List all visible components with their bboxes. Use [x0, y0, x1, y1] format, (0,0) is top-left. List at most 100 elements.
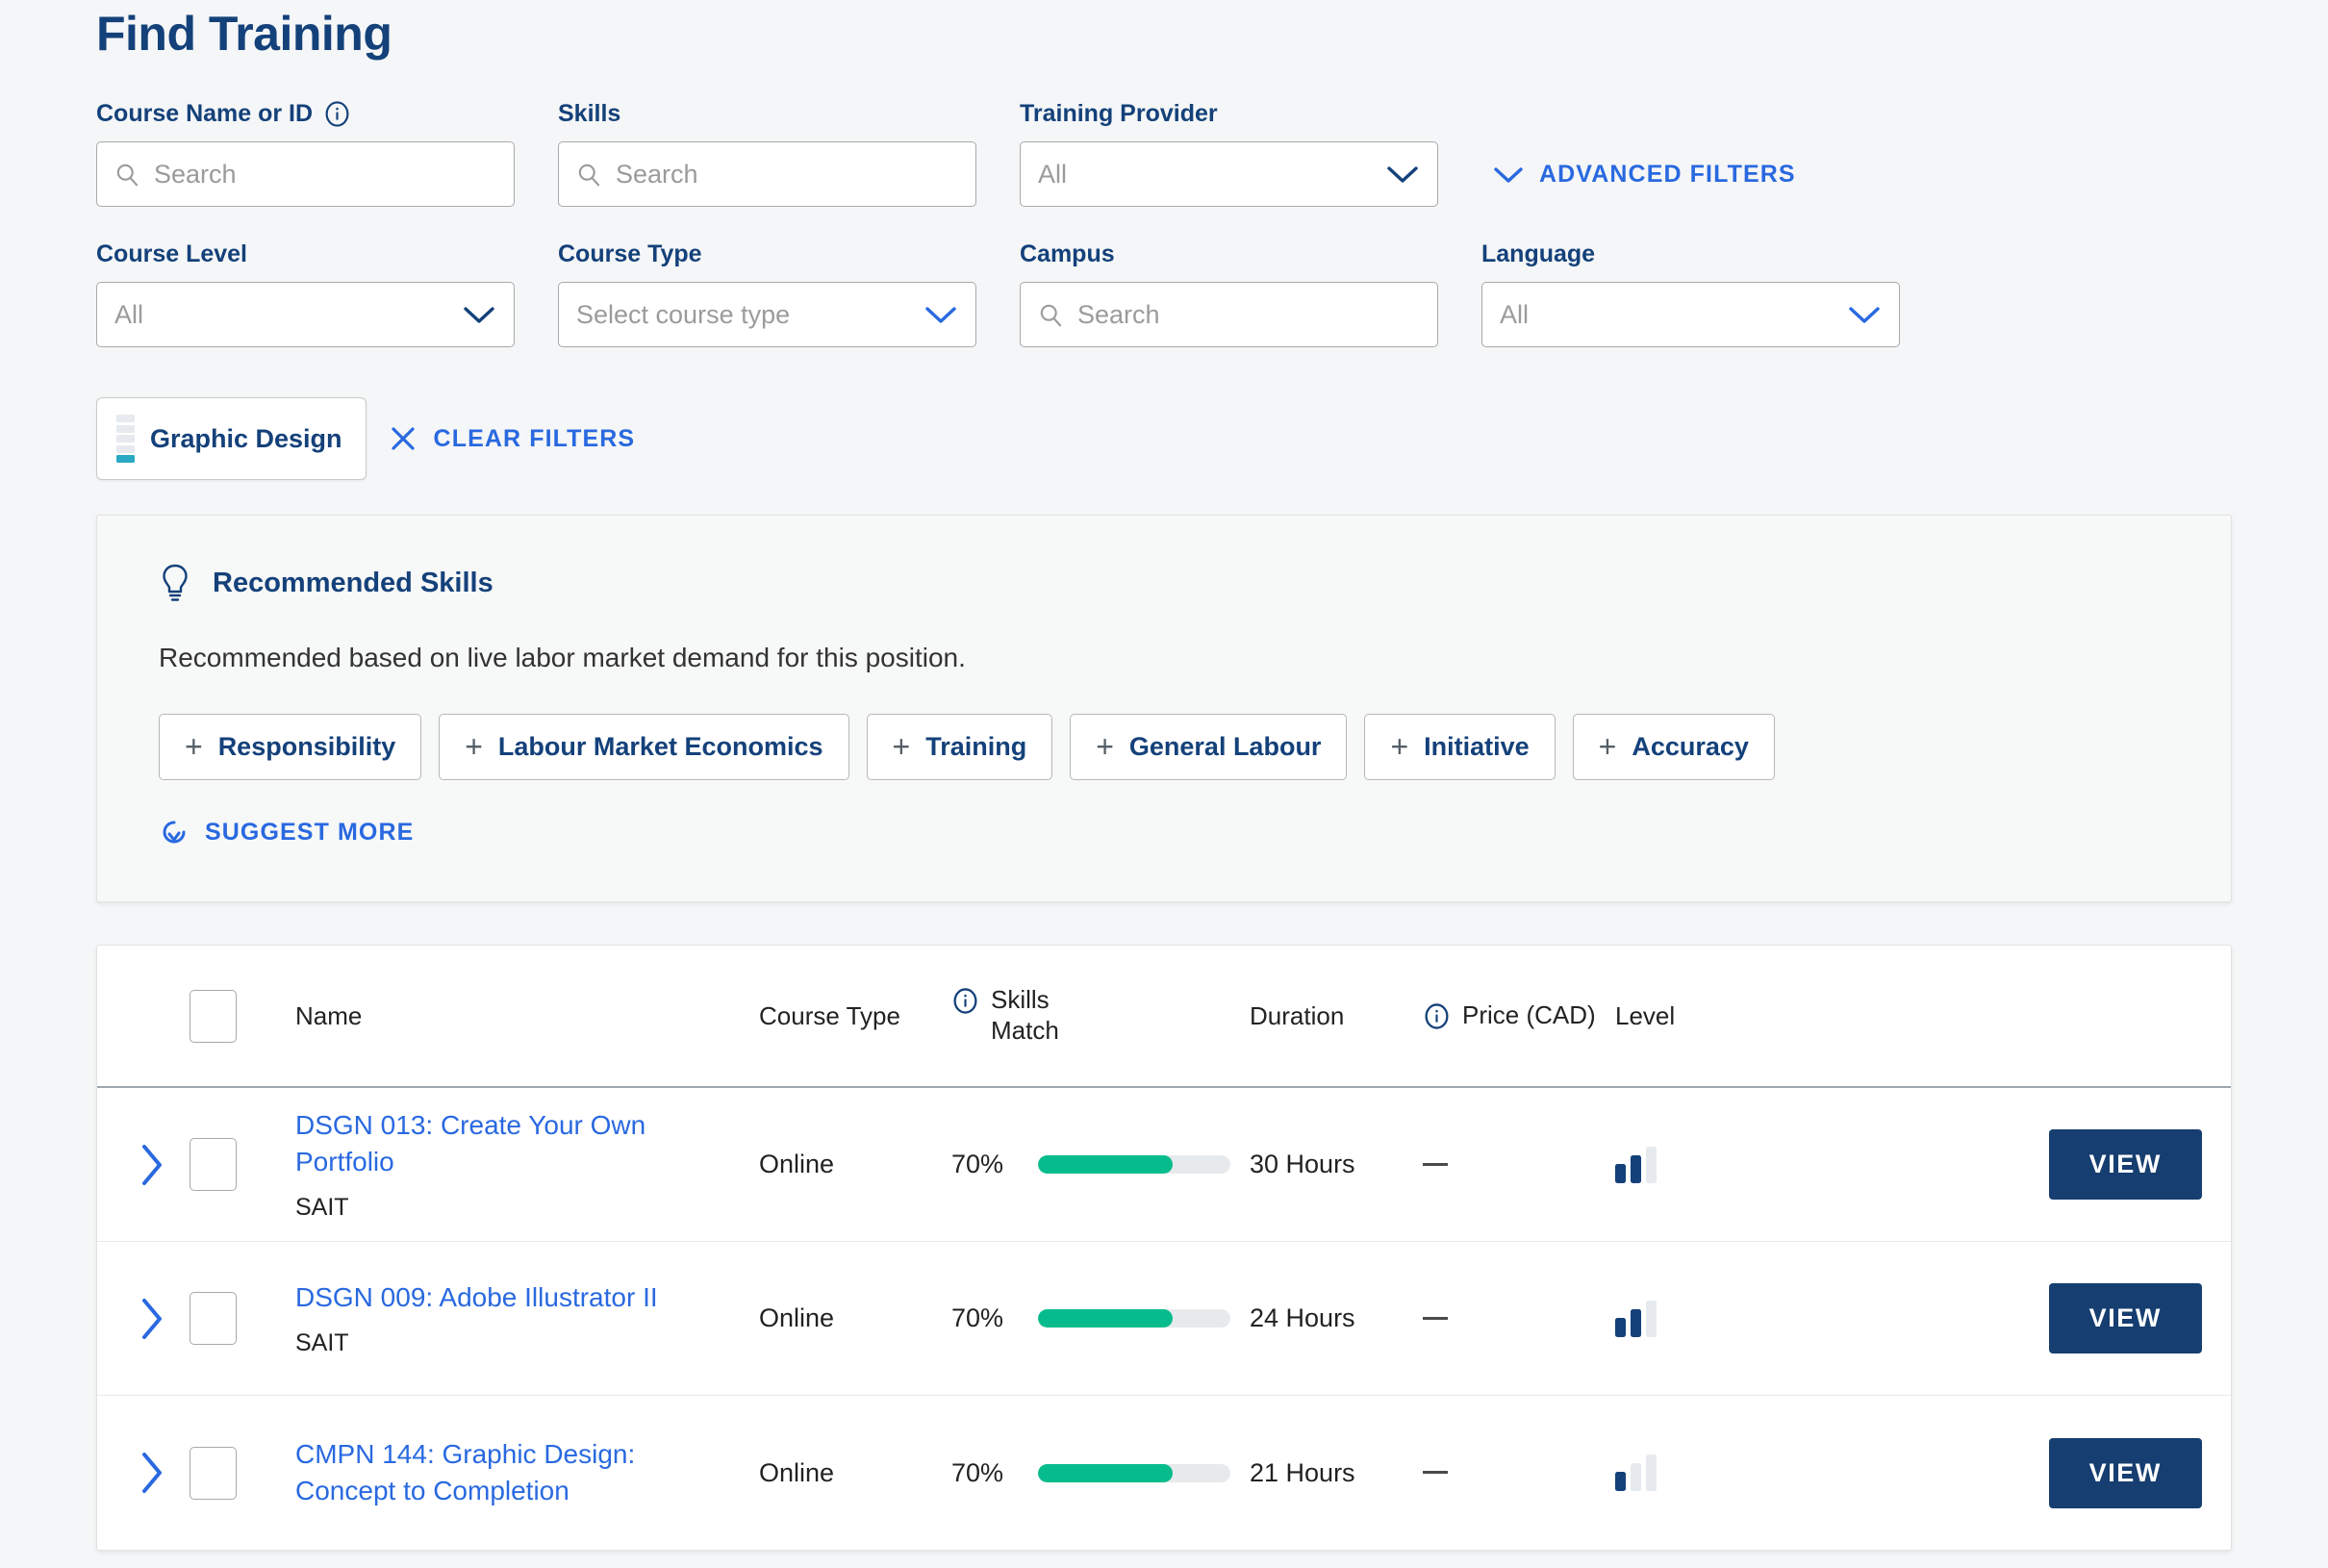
- filter-training-provider: Training Provider All: [1020, 99, 1438, 207]
- filter-row-secondary: Course Level All Course Type Select cour…: [96, 240, 2232, 347]
- filter-skills-label-text: Skills: [558, 100, 621, 127]
- view-button[interactable]: VIEW: [2048, 1283, 2202, 1353]
- row-action-cell: VIEW: [1721, 1283, 2231, 1353]
- clear-filters-button[interactable]: CLEAR FILTERS: [388, 423, 636, 454]
- search-icon: [578, 164, 600, 186]
- view-button[interactable]: VIEW: [2048, 1437, 2202, 1508]
- skill-chip-label: Training: [925, 732, 1027, 761]
- course-level-select[interactable]: All: [96, 282, 515, 347]
- filter-campus-label: Campus: [1020, 240, 1438, 268]
- row-checkbox[interactable]: [190, 1292, 237, 1345]
- course-provider: SAIT: [295, 1328, 349, 1356]
- chevron-down-icon: [925, 307, 956, 323]
- filter-course-type: Course Type Select course type: [558, 240, 976, 347]
- course-level-value: All: [114, 299, 144, 329]
- header-duration-label: Duration: [1250, 1000, 1345, 1030]
- course-provider: SAIT: [295, 1193, 349, 1221]
- suggest-more-label: SUGGEST MORE: [205, 818, 415, 846]
- skills-match-percent: 70%: [951, 1303, 1004, 1332]
- row-select-cell: [190, 1446, 295, 1500]
- skills-match-bar-fill: [1038, 1155, 1173, 1174]
- header-select-all-cell: [190, 989, 295, 1043]
- row-course-type-cell: Online: [759, 1150, 951, 1179]
- skills-match-bar-fill: [1038, 1309, 1173, 1328]
- row-checkbox[interactable]: [190, 1446, 237, 1500]
- course-name-link[interactable]: DSGN 013: Create Your Own Portfolio: [295, 1107, 680, 1179]
- header-duration-cell: Duration: [1250, 1001, 1423, 1031]
- filter-course-type-label-text: Course Type: [558, 240, 702, 267]
- filter-skills-label: Skills: [558, 99, 976, 128]
- select-all-checkbox[interactable]: [190, 989, 237, 1043]
- skill-chip[interactable]: + Responsibility: [159, 714, 422, 780]
- filter-course-name-label: Course Name or ID: [96, 99, 515, 128]
- info-icon[interactable]: [1423, 1002, 1451, 1030]
- campus-placeholder: Search: [1077, 299, 1160, 329]
- chevron-right-icon[interactable]: [136, 1139, 168, 1191]
- filter-skills: Skills Search: [558, 99, 976, 207]
- view-button[interactable]: VIEW: [2048, 1129, 2202, 1200]
- filter-course-level-label-text: Course Level: [96, 240, 248, 267]
- suggest-more-button[interactable]: SUGGEST MORE: [159, 817, 2169, 847]
- skills-placeholder: Search: [616, 159, 698, 189]
- filter-training-provider-label-text: Training Provider: [1020, 100, 1218, 127]
- filter-language-label-text: Language: [1481, 240, 1596, 267]
- info-icon[interactable]: [951, 987, 979, 1015]
- training-provider-value: All: [1038, 159, 1068, 189]
- row-action-cell: VIEW: [1721, 1129, 2231, 1200]
- row-skills-match-cell: 70%: [951, 1150, 1250, 1179]
- info-icon[interactable]: [323, 100, 351, 128]
- course-type-select[interactable]: Select course type: [558, 282, 976, 347]
- skill-chip[interactable]: + Accuracy: [1572, 714, 1775, 780]
- filter-course-type-label: Course Type: [558, 240, 976, 268]
- skill-chip[interactable]: + Initiative: [1364, 714, 1556, 780]
- row-duration-cell: 30 Hours: [1250, 1150, 1423, 1179]
- header-skills-match-label: Skills Match: [991, 985, 1059, 1045]
- row-duration-cell: 24 Hours: [1250, 1303, 1423, 1333]
- row-skills-match-cell: 70%: [951, 1303, 1250, 1333]
- row-expand-cell: [97, 1293, 190, 1345]
- active-filters-row: Graphic Design CLEAR FILTERS: [96, 397, 2232, 480]
- skills-match-percent: 70%: [951, 1150, 1004, 1178]
- level-bars-icon: [1615, 1300, 1721, 1337]
- course-type-value: Online: [759, 1303, 835, 1332]
- course-name-link[interactable]: DSGN 009: Adobe Illustrator II: [295, 1279, 680, 1316]
- row-level-cell: [1615, 1454, 1721, 1491]
- training-provider-select[interactable]: All: [1020, 141, 1438, 207]
- filter-training-provider-label: Training Provider: [1020, 99, 1438, 128]
- skills-match-bar: [1038, 1309, 1230, 1328]
- row-expand-cell: [97, 1139, 190, 1191]
- chevron-right-icon[interactable]: [136, 1447, 168, 1499]
- skills-search-input[interactable]: Search: [558, 141, 976, 207]
- campus-search-input[interactable]: Search: [1020, 282, 1438, 347]
- chevron-down-icon: [1849, 307, 1880, 323]
- row-checkbox[interactable]: [190, 1138, 237, 1191]
- recommended-skills-header: Recommended Skills: [159, 562, 2169, 604]
- advanced-filters-toggle[interactable]: ADVANCED FILTERS: [1491, 141, 1796, 207]
- row-select-cell: [190, 1138, 295, 1191]
- skill-chip[interactable]: + Training: [866, 714, 1053, 780]
- active-filter-chip-graphic-design[interactable]: Graphic Design: [96, 397, 367, 480]
- course-name-search-input[interactable]: Search: [96, 141, 515, 207]
- header-level-cell: Level: [1615, 1001, 1721, 1031]
- skill-chip[interactable]: + Labour Market Economics: [439, 714, 849, 780]
- chevron-down-icon: [1387, 166, 1418, 183]
- chevron-right-icon[interactable]: [136, 1293, 168, 1345]
- language-select[interactable]: All: [1481, 282, 1900, 347]
- row-course-type-cell: Online: [759, 1458, 951, 1488]
- duration-value: 21 Hours: [1250, 1457, 1355, 1487]
- row-action-cell: VIEW: [1721, 1437, 2231, 1508]
- filter-course-level-label: Course Level: [96, 240, 515, 268]
- plus-icon: +: [892, 728, 911, 764]
- header-price-label: Price (CAD): [1462, 1000, 1596, 1030]
- skill-level-stack-icon: [116, 415, 135, 463]
- active-filter-chip-label: Graphic Design: [150, 423, 342, 453]
- find-training-page: Find Training Course Name or ID Search S…: [0, 0, 2328, 1568]
- price-empty-dash: [1423, 1471, 1448, 1475]
- course-type-value: Select course type: [576, 299, 791, 329]
- course-name-link[interactable]: CMPN 144: Graphic Design: Concept to Com…: [295, 1436, 680, 1508]
- course-type-value: Online: [759, 1457, 835, 1487]
- skills-match-bar-fill: [1038, 1463, 1173, 1482]
- skill-chip[interactable]: + General Labour: [1070, 714, 1348, 780]
- course-type-value: Online: [759, 1150, 835, 1178]
- row-name-cell: DSGN 013: Create Your Own Portfolio SAIT: [295, 1107, 759, 1221]
